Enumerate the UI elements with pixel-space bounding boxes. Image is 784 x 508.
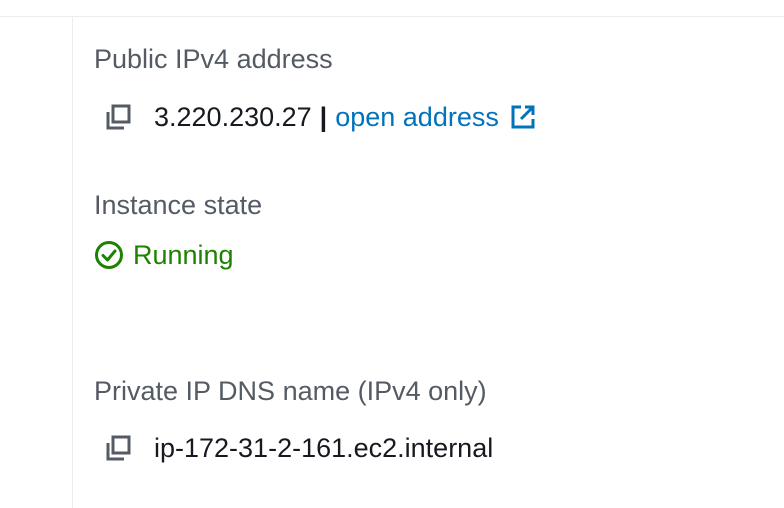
public-ipv4-row: 3.220.230.27 | open address <box>104 103 537 131</box>
private-dns-label: Private IP DNS name (IPv4 only) <box>94 376 487 406</box>
instance-details-column: Public IPv4 address 3.220.230.27 | open … <box>94 0 774 508</box>
separator: | <box>319 101 328 132</box>
instance-state-value: Running <box>133 239 234 270</box>
check-circle-icon <box>94 240 124 270</box>
copy-icon[interactable] <box>104 103 132 131</box>
column-divider <box>72 16 73 508</box>
private-dns-value: ip-172-31-2-161.ec2.internal <box>154 432 494 463</box>
external-link-icon[interactable] <box>509 103 537 131</box>
open-address-link[interactable]: open address <box>335 103 499 131</box>
private-dns-row: ip-172-31-2-161.ec2.internal <box>104 434 493 462</box>
instance-state-label: Instance state <box>94 190 263 220</box>
public-ipv4-label: Public IPv4 address <box>94 44 333 74</box>
instance-state-status: Running <box>94 240 234 270</box>
public-ipv4-value: 3.220.230.27 <box>154 101 312 132</box>
copy-icon[interactable] <box>104 434 132 462</box>
